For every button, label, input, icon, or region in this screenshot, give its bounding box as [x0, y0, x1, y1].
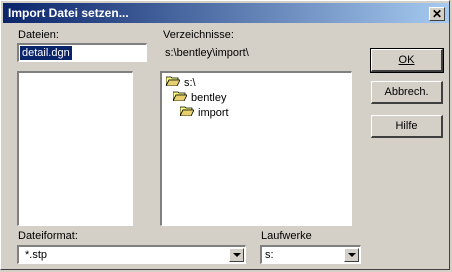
- files-label: Dateien:: [18, 29, 59, 41]
- file-name-value: detail.dgn: [20, 46, 72, 60]
- tree-item-label: bentley: [191, 92, 227, 104]
- tree-item-label: import: [198, 107, 229, 119]
- import-dialog: Import Datei setzen... ✕ Dateien: detail…: [0, 0, 450, 270]
- close-button[interactable]: ✕: [429, 7, 445, 21]
- help-label: Hilfe: [395, 120, 418, 132]
- file-format-value: *.stp: [25, 249, 48, 261]
- drives-label: Laufwerke: [261, 230, 312, 242]
- drives-select[interactable]: s:: [260, 245, 361, 264]
- chevron-down-icon[interactable]: [229, 248, 244, 262]
- open-folder-icon: [180, 106, 194, 116]
- ok-label: OK: [398, 54, 415, 66]
- title-bar[interactable]: Import Datei setzen... ✕: [3, 3, 449, 23]
- current-path: s:\bentley\import\: [165, 47, 249, 59]
- file-format-label: Dateiformat:: [18, 230, 78, 242]
- directory-tree[interactable]: s:\ bentley import: [160, 71, 352, 226]
- ok-button[interactable]: OK: [370, 48, 444, 73]
- tree-item-label: s:\: [184, 77, 196, 89]
- file-list[interactable]: [17, 71, 133, 226]
- chevron-down-icon[interactable]: [344, 248, 359, 262]
- directories-label: Verzeichnisse:: [163, 29, 234, 41]
- cancel-label: Abbrech.: [384, 86, 429, 98]
- open-folder-icon: [173, 91, 187, 101]
- drives-value: s:: [265, 249, 274, 261]
- window-title: Import Datei setzen...: [8, 6, 129, 20]
- close-icon: ✕: [431, 7, 443, 21]
- open-folder-icon: [166, 76, 180, 86]
- file-name-input[interactable]: detail.dgn: [17, 43, 147, 62]
- help-button[interactable]: Hilfe: [371, 115, 443, 138]
- file-format-select[interactable]: *.stp: [17, 245, 246, 264]
- cancel-button[interactable]: Abbrech.: [371, 81, 443, 104]
